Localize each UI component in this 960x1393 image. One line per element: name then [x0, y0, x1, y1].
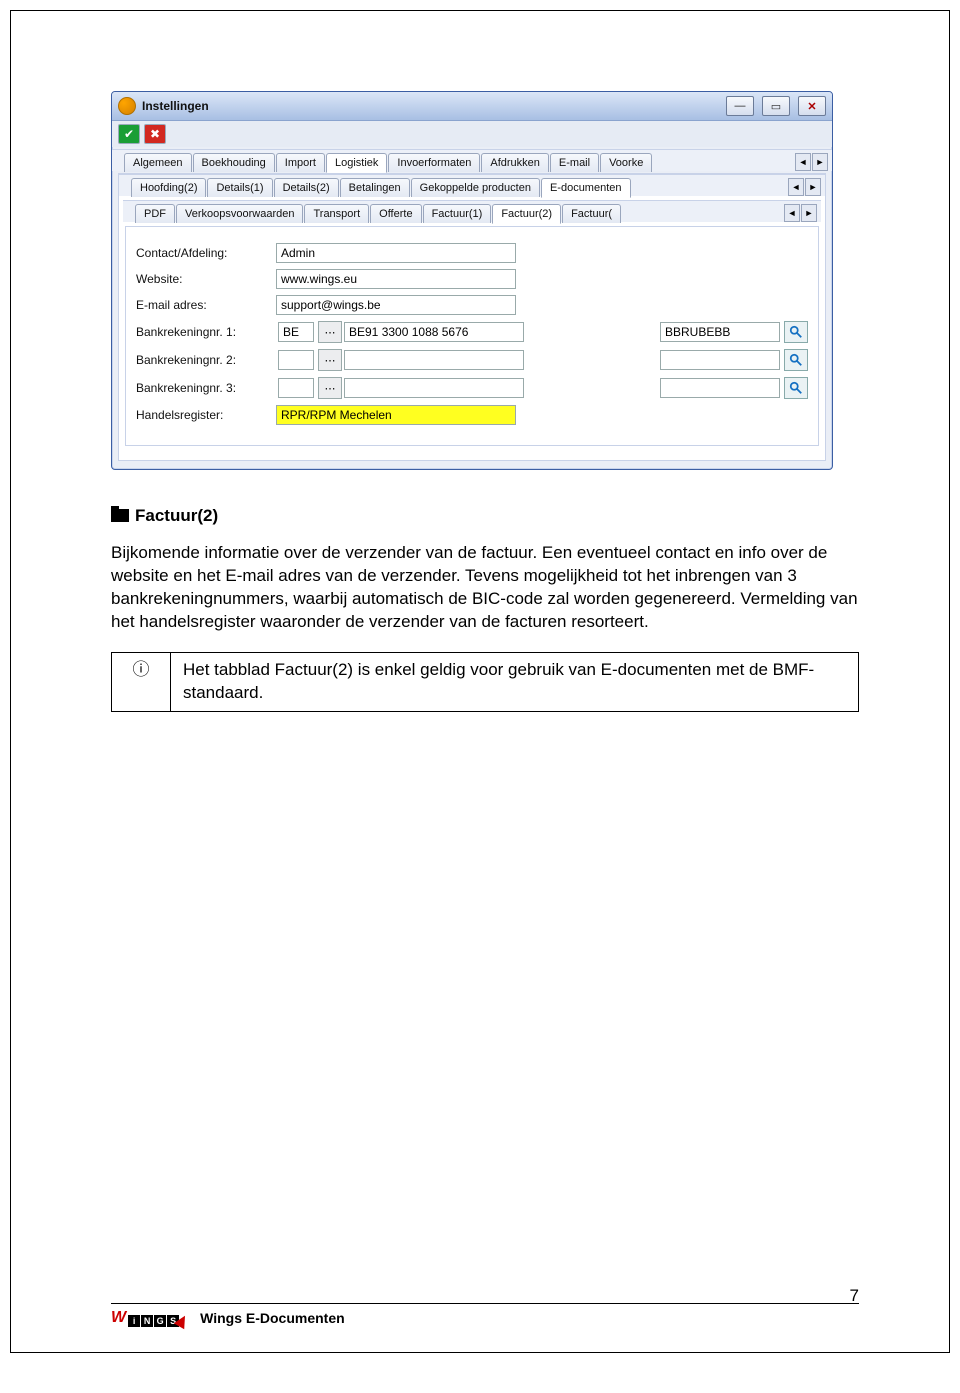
tabs2-scroll-left[interactable]: ◄ — [788, 178, 804, 196]
settings-window: Instellingen — ▭ ✕ ✔ ✖ Algemeen Boekhoud… — [111, 91, 833, 470]
tab-import[interactable]: Import — [276, 153, 325, 172]
bank3-country-input[interactable] — [278, 378, 314, 398]
tab-offerte[interactable]: Offerte — [370, 204, 421, 223]
website-input[interactable] — [276, 269, 516, 289]
tabrow-level2: Hoofding(2) Details(1) Details(2) Betali… — [119, 174, 825, 196]
factuur2-form: Contact/Afdeling: Website: E-mail adres:… — [125, 226, 819, 446]
tab-pdf[interactable]: PDF — [135, 204, 175, 223]
label-register: Handelsregister: — [136, 408, 276, 422]
label-bank1: Bankrekeningnr. 1: — [136, 325, 276, 339]
bank1-bic-input[interactable] — [660, 322, 780, 342]
tab-logistiek[interactable]: Logistiek — [326, 153, 387, 173]
tabs1-scroll-right[interactable]: ► — [812, 153, 828, 171]
magnifier-icon — [789, 325, 803, 339]
tab-afdrukken[interactable]: Afdrukken — [481, 153, 549, 172]
info-box: ⓘ Het tabblad Factuur(2) is enkel geldig… — [111, 652, 859, 712]
label-bank3: Bankrekeningnr. 3: — [136, 381, 276, 395]
tab-hoofding2[interactable]: Hoofding(2) — [131, 178, 206, 197]
tab-factuur1[interactable]: Factuur(1) — [423, 204, 492, 223]
tabrow-level1: Algemeen Boekhouding Import Logistiek In… — [112, 149, 832, 171]
bank2-iban-input[interactable] — [344, 350, 524, 370]
label-bank2: Bankrekeningnr. 2: — [136, 353, 276, 367]
wings-logo: W i N G S — [111, 1309, 188, 1327]
bank2-lookup-button[interactable] — [784, 349, 808, 371]
label-website: Website: — [136, 272, 276, 286]
bank1-country-lookup[interactable]: ⋯ — [318, 321, 342, 343]
confirm-button[interactable]: ✔ — [118, 124, 140, 144]
bank3-lookup-button[interactable] — [784, 377, 808, 399]
contact-input[interactable] — [276, 243, 516, 263]
minimize-button[interactable]: — — [726, 96, 754, 116]
tab-details2[interactable]: Details(2) — [274, 178, 339, 197]
label-email: E-mail adres: — [136, 298, 276, 312]
tab-boekhouding[interactable]: Boekhouding — [193, 153, 275, 172]
bank2-country-input[interactable] — [278, 350, 314, 370]
page-number: 7 — [850, 1286, 859, 1306]
tab-betalingen[interactable]: Betalingen — [340, 178, 410, 197]
body-paragraph: Bijkomende informatie over de verzender … — [111, 542, 859, 634]
folder-icon — [111, 509, 129, 522]
tab-gekoppelde-producten[interactable]: Gekoppelde producten — [411, 178, 540, 197]
bank1-iban-input[interactable] — [344, 322, 524, 342]
bank1-lookup-button[interactable] — [784, 321, 808, 343]
toolbar: ✔ ✖ — [112, 121, 832, 147]
page-footer: W i N G S Wings E-Documenten 7 — [111, 1303, 859, 1328]
maximize-button[interactable]: ▭ — [762, 96, 790, 116]
tab-invoerformaten[interactable]: Invoerformaten — [388, 153, 480, 172]
tabs3-scroll-right[interactable]: ► — [801, 204, 817, 222]
bank3-bic-input[interactable] — [660, 378, 780, 398]
info-text: Het tabblad Factuur(2) is enkel geldig v… — [171, 652, 859, 711]
footer-title: Wings E-Documenten — [200, 1310, 345, 1326]
bank3-iban-input[interactable] — [344, 378, 524, 398]
tabs1-scroll-left[interactable]: ◄ — [795, 153, 811, 171]
window-titlebar: Instellingen — ▭ ✕ — [112, 92, 832, 121]
bank3-country-lookup[interactable]: ⋯ — [318, 377, 342, 399]
close-button[interactable]: ✕ — [798, 96, 826, 116]
tab-voorkeuren[interactable]: Voorke — [600, 153, 652, 172]
tab-transport[interactable]: Transport — [304, 204, 369, 223]
tabs3-scroll-left[interactable]: ◄ — [784, 204, 800, 222]
tab-edocumenten[interactable]: E-documenten — [541, 178, 631, 198]
label-contact: Contact/Afdeling: — [136, 246, 276, 260]
tab-algemeen[interactable]: Algemeen — [124, 153, 192, 172]
section-heading: Factuur(2) — [111, 506, 859, 526]
settings-icon — [118, 97, 136, 115]
bank2-country-lookup[interactable]: ⋯ — [318, 349, 342, 371]
register-input[interactable] — [276, 405, 516, 425]
bank2-bic-input[interactable] — [660, 350, 780, 370]
section-title-text: Factuur(2) — [135, 506, 218, 525]
tab-factuur-more[interactable]: Factuur( — [562, 204, 621, 223]
tab-factuur2[interactable]: Factuur(2) — [492, 204, 561, 224]
window-controls: — ▭ ✕ — [726, 96, 826, 116]
bank1-country-input[interactable] — [278, 322, 314, 342]
window-title: Instellingen — [142, 99, 726, 113]
info-icon: ⓘ — [112, 652, 171, 711]
tab-details1[interactable]: Details(1) — [207, 178, 272, 197]
tab-email[interactable]: E-mail — [550, 153, 599, 172]
tabrow-level3: PDF Verkoopsvoorwaarden Transport Offert… — [123, 200, 821, 222]
email-input[interactable] — [276, 295, 516, 315]
magnifier-icon — [789, 381, 803, 395]
magnifier-icon — [789, 353, 803, 367]
tabs2-scroll-right[interactable]: ► — [805, 178, 821, 196]
tab-verkoopsvoorwaarden[interactable]: Verkoopsvoorwaarden — [176, 204, 303, 223]
cancel-button[interactable]: ✖ — [144, 124, 166, 144]
